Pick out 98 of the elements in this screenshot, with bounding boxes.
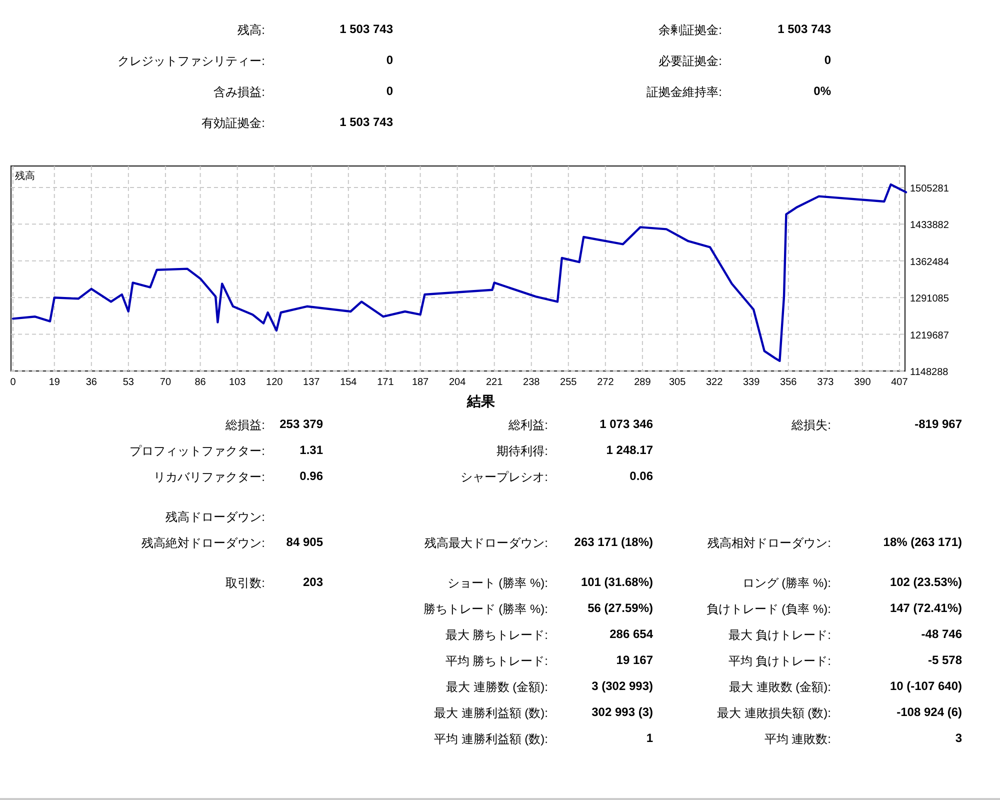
stat-value: 253 379 — [278, 417, 323, 431]
stat-label: 残高最大ドローダウン: — [424, 535, 548, 552]
stat-value: 0.06 — [628, 469, 653, 483]
stat-label: 取引数: — [224, 575, 265, 592]
stat-label: ロング (勝率 %): — [741, 575, 831, 592]
field-value: 0 — [823, 53, 831, 69]
field-value: 1 503 743 — [776, 22, 831, 38]
stat-value: 84 905 — [285, 535, 323, 549]
axis-label: 1362484 — [910, 256, 949, 268]
axis-label: 339 — [743, 377, 760, 388]
stat-value: 147 (72.41%) — [888, 601, 962, 615]
stat-label: 最大 負けトレード: — [727, 627, 831, 644]
axis-label: 137 — [303, 377, 320, 388]
field-label: 必要証拠金: — [658, 53, 722, 70]
stat-label: 総損失: — [790, 417, 831, 434]
stat-value: 286 654 — [608, 627, 653, 641]
axis-label: 0 — [10, 377, 16, 388]
stat-value: 1 073 346 — [598, 417, 653, 431]
field-value: 1 503 743 — [338, 22, 393, 38]
stat-label: 平均 連勝利益額 (数): — [433, 731, 548, 748]
stat-label: ショート (勝率 %): — [446, 575, 548, 592]
field-value: 0% — [812, 84, 831, 100]
axis-label: 103 — [229, 377, 246, 388]
stat-value: -819 967 — [914, 417, 962, 431]
axis-label: 390 — [854, 377, 871, 388]
axis-label: 272 — [597, 377, 614, 388]
field-value: 1 503 743 — [338, 115, 393, 131]
stat-label: 平均 連敗数: — [763, 731, 831, 748]
axis-label: 204 — [448, 377, 466, 388]
stat-value: 1.31 — [298, 443, 323, 457]
stat-value: 18% (263 171) — [882, 535, 962, 549]
stat-value: 3 (302 993) — [590, 679, 653, 693]
stat-label: 勝ちトレード (勝率 %): — [422, 601, 548, 618]
stat-value: 302 993 (3) — [590, 705, 653, 719]
stat-value: 263 171 (18%) — [573, 535, 653, 549]
axis-label: 19 — [48, 377, 60, 388]
field-value: 0 — [385, 84, 393, 100]
stat-label: 最大 連敗数 (金額): — [728, 679, 831, 696]
stat-label: シャープレシオ: — [460, 469, 548, 486]
axis-label: 1291085 — [910, 294, 949, 305]
stat-label: 残高絶対ドローダウン: — [140, 535, 265, 552]
field-label: 含み損益: — [212, 84, 265, 101]
field-label: 残高: — [236, 22, 265, 39]
axis-label: 221 — [486, 377, 503, 388]
axis-label: 373 — [817, 377, 834, 388]
axis-label: 289 — [634, 377, 651, 388]
stat-value: 203 — [302, 575, 323, 589]
stat-value: 56 (27.59%) — [586, 601, 653, 615]
field-label: 余剰証拠金: — [658, 22, 722, 39]
stat-label: 残高ドローダウン: — [164, 509, 265, 526]
stat-value: 3 — [954, 731, 962, 745]
stat-value: 0.96 — [298, 469, 323, 483]
axis-label: 1433882 — [910, 220, 949, 232]
stat-value: 10 (-107 640) — [888, 679, 962, 693]
axis-label: 1219687 — [910, 330, 949, 342]
axis-label: 407 — [891, 377, 908, 388]
field-value: 0 — [385, 53, 393, 69]
stat-label: 負けトレード (負率 %): — [705, 601, 831, 618]
axis-label: 238 — [523, 377, 540, 388]
stat-value: -5 578 — [926, 653, 962, 667]
axis-label: 187 — [412, 377, 429, 388]
stat-label: 総利益: — [508, 417, 548, 434]
stat-label: 総損益: — [224, 417, 265, 434]
stat-label: 最大 連敗損失額 (数): — [716, 705, 831, 722]
axis-label: 1148288 — [910, 367, 948, 378]
stat-value: 102 (23.53%) — [888, 575, 962, 589]
stat-value: 19 167 — [615, 653, 653, 667]
axis-label: 255 — [560, 377, 577, 388]
axis-label: 86 — [194, 377, 206, 388]
field-label: 証拠金維持率: — [646, 84, 722, 101]
stat-value: -108 924 (6) — [896, 705, 962, 719]
field-label: クレジットファシリティー: — [116, 53, 265, 70]
stat-value: 1 248.17 — [605, 443, 653, 457]
axis-label: 154 — [340, 377, 357, 388]
field-label: 有効証拠金: — [200, 115, 265, 132]
axis-label: 322 — [706, 377, 723, 388]
axis-label: 53 — [122, 377, 134, 388]
stat-label: 最大 連勝数 (金額): — [445, 679, 548, 696]
stat-value: -48 746 — [920, 627, 962, 641]
stat-label: 平均 勝ちトレード: — [444, 653, 548, 670]
axis-label: 356 — [780, 377, 797, 388]
stat-label: リカバリファクター: — [152, 469, 265, 486]
axis-label: 70 — [160, 377, 172, 388]
stat-value: 101 (31.68%) — [580, 575, 653, 589]
section-title: 結果 — [466, 393, 496, 411]
stat-label: 平均 負けトレード: — [727, 653, 831, 670]
stat-label: プロフィットファクター: — [128, 443, 265, 460]
stat-label: 最大 連勝利益額 (数): — [433, 705, 548, 722]
axis-label: 1505281 — [910, 183, 949, 194]
stat-label: 期待利得: — [496, 443, 548, 460]
series-label: 残高 — [15, 171, 35, 182]
axis-label: 120 — [266, 377, 283, 388]
stat-label: 残高相対ドローダウン: — [706, 535, 831, 552]
axis-label: 171 — [377, 377, 394, 388]
axis-label: 305 — [668, 377, 686, 388]
stat-value: 1 — [645, 731, 653, 745]
axis-label: 36 — [86, 377, 97, 388]
stat-label: 最大 勝ちトレード: — [444, 627, 548, 644]
